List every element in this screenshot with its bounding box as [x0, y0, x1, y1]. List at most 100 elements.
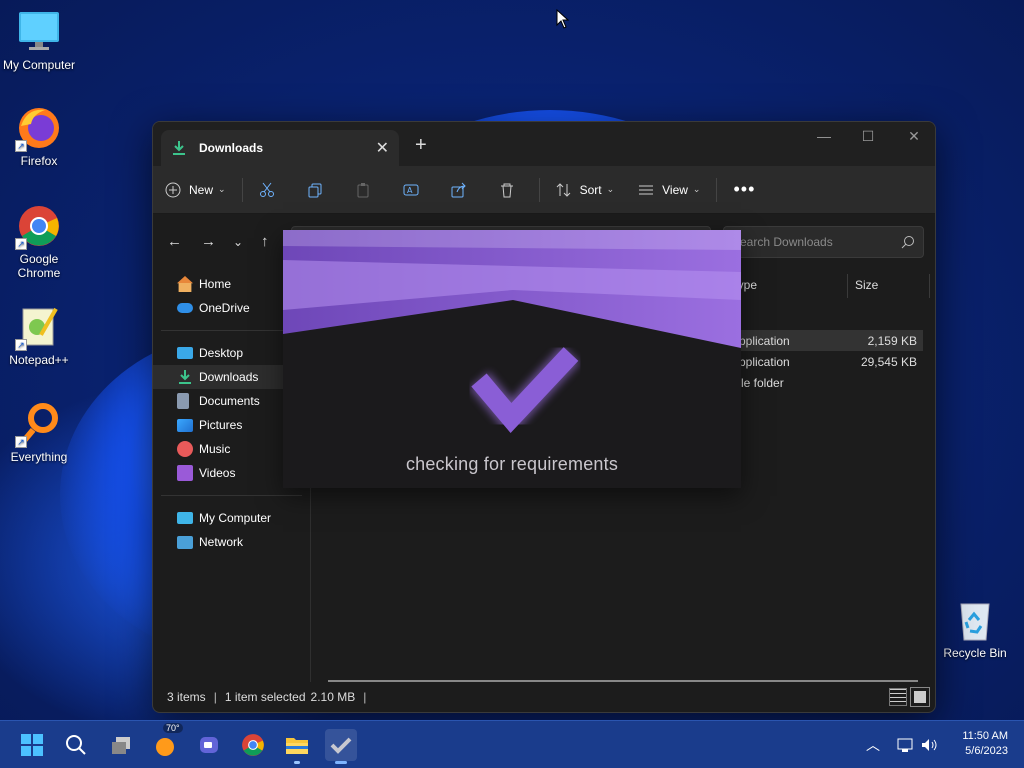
monitor-icon — [17, 10, 61, 54]
sidebar-item-my-computer[interactable]: My Computer — [153, 506, 310, 530]
sidebar-item-label: Home — [199, 277, 232, 291]
running-indicator — [294, 761, 300, 764]
sidebar-item-label: My Computer — [199, 511, 272, 525]
desktop-icon-label: Everything — [10, 450, 68, 464]
desktop-folder-icon — [177, 347, 193, 359]
desktop-icon-chrome[interactable]: ↗ Google Chrome — [1, 204, 77, 280]
close-tab-icon[interactable]: ✕ — [376, 138, 389, 158]
start-button[interactable] — [16, 729, 48, 761]
rename-button[interactable]: A — [403, 182, 427, 198]
task-view-button[interactable] — [105, 729, 137, 761]
chrome-icon: ↗ — [15, 204, 61, 250]
task-view-icon — [112, 737, 130, 754]
toolbar-divider — [538, 177, 540, 202]
notepadpp-icon: ↗ — [15, 305, 61, 351]
sidebar-item-label: Music — [199, 442, 231, 456]
forward-arrow-icon[interactable]: → — [201, 233, 216, 250]
rename-icon: A — [403, 184, 419, 195]
sidebar-divider — [161, 495, 302, 496]
folder-icon — [286, 738, 308, 754]
network-icon — [177, 535, 193, 549]
sidebar-item-label: Desktop — [199, 346, 244, 360]
view-button[interactable]: View ⌄ — [638, 182, 700, 198]
status-separator: | — [363, 690, 367, 704]
pictures-icon — [177, 418, 193, 432]
maximize-button[interactable]: ☐ — [845, 128, 891, 145]
desktop-icon-notepadpp[interactable]: ↗ Notepad++ — [1, 305, 77, 367]
desktop-icon-everything[interactable]: ↗ Everything — [1, 402, 77, 464]
tab-downloads[interactable]: Downloads ✕ — [161, 130, 399, 166]
status-selection-size: 2.10 MB — [310, 690, 356, 704]
sort-icon — [556, 182, 570, 197]
desktop-icon-label: My Computer — [2, 58, 76, 72]
search-box[interactable] — [723, 226, 924, 258]
trash-icon — [500, 183, 513, 197]
widgets-button[interactable]: 70° — [149, 723, 183, 761]
taskbar-search-button[interactable] — [60, 729, 92, 761]
recycle-bin-icon — [953, 598, 997, 642]
shortcut-arrow-icon: ↗ — [15, 140, 27, 152]
taskbar-chrome-button[interactable] — [237, 729, 269, 761]
column-divider[interactable] — [929, 274, 930, 298]
paste-icon — [357, 182, 369, 197]
desktop-icon-my-computer[interactable]: My Computer — [1, 10, 77, 72]
search-icon — [901, 236, 914, 249]
toolbar-divider — [241, 177, 243, 202]
teams-chat-button[interactable] — [193, 729, 225, 761]
up-arrow-icon[interactable]: ↑ — [261, 233, 269, 250]
checkmark-icon — [330, 737, 352, 754]
search-icon — [66, 735, 86, 755]
desktop-icon-firefox[interactable]: ↗ Firefox — [1, 106, 77, 168]
back-arrow-icon[interactable]: ← — [167, 233, 182, 250]
share-icon — [451, 182, 466, 197]
active-indicator — [335, 761, 347, 764]
sidebar-item-label: Pictures — [199, 418, 243, 432]
column-divider[interactable] — [847, 274, 848, 298]
download-icon — [179, 370, 191, 384]
windows-logo-icon — [21, 734, 43, 756]
speaker-icon — [922, 739, 937, 751]
more-options-button[interactable]: ••• — [733, 179, 755, 200]
tab-title: Downloads — [199, 141, 264, 155]
everything-icon: ↗ — [15, 402, 61, 448]
column-header-size[interactable]: Size — [855, 278, 878, 302]
desktop-icon-label: Google Chrome — [17, 252, 61, 280]
search-input[interactable] — [732, 235, 892, 249]
recent-locations-chevron-icon[interactable]: ⌄ — [233, 235, 243, 249]
taskbar-installer-button[interactable] — [325, 729, 357, 764]
splash-artwork — [283, 230, 741, 438]
network-status-button[interactable] — [896, 721, 914, 768]
new-button-label: New — [189, 182, 214, 197]
minimize-button[interactable]: — — [801, 128, 847, 144]
chat-icon — [200, 737, 218, 753]
copy-button[interactable] — [307, 182, 331, 198]
delete-button[interactable] — [499, 182, 523, 198]
paste-button[interactable] — [355, 182, 379, 198]
sidebar-item-network[interactable]: Network — [153, 530, 310, 554]
toolbar-divider — [716, 177, 718, 202]
file-size: 29,545 KB — [860, 355, 917, 369]
cloud-icon — [177, 303, 193, 313]
show-hidden-icons-button[interactable]: ︿ — [866, 721, 880, 768]
taskbar-clock[interactable]: 11:50 AM 5/6/2023 — [962, 729, 1008, 759]
cut-button[interactable] — [259, 182, 283, 198]
chrome-icon — [242, 734, 264, 756]
shortcut-arrow-icon: ↗ — [15, 339, 27, 351]
taskbar: 70° ︿ 11:50 AM 5/6/2023 — [0, 720, 1024, 768]
sidebar-item-label: Network — [199, 535, 244, 549]
installer-splash: checking for requirements — [283, 230, 741, 488]
volume-button[interactable] — [920, 721, 938, 768]
close-window-button[interactable]: ✕ — [891, 128, 935, 145]
weather-icon — [156, 738, 174, 756]
details-view-icon[interactable] — [889, 688, 907, 706]
view-toggle — [889, 687, 930, 707]
sort-button[interactable]: Sort ⌄ — [556, 182, 614, 198]
share-button[interactable] — [451, 182, 475, 198]
new-tab-button[interactable]: + — [415, 134, 427, 157]
firefox-icon: ↗ — [15, 106, 61, 152]
tiles-view-icon[interactable] — [910, 687, 930, 707]
desktop-icon-recycle-bin[interactable]: Recycle Bin — [937, 598, 1013, 660]
taskbar-file-explorer-button[interactable] — [281, 729, 313, 764]
status-bar: 3 items | 1 item selected 2.10 MB | — [153, 682, 935, 712]
new-button[interactable]: New ⌄ — [165, 182, 226, 198]
